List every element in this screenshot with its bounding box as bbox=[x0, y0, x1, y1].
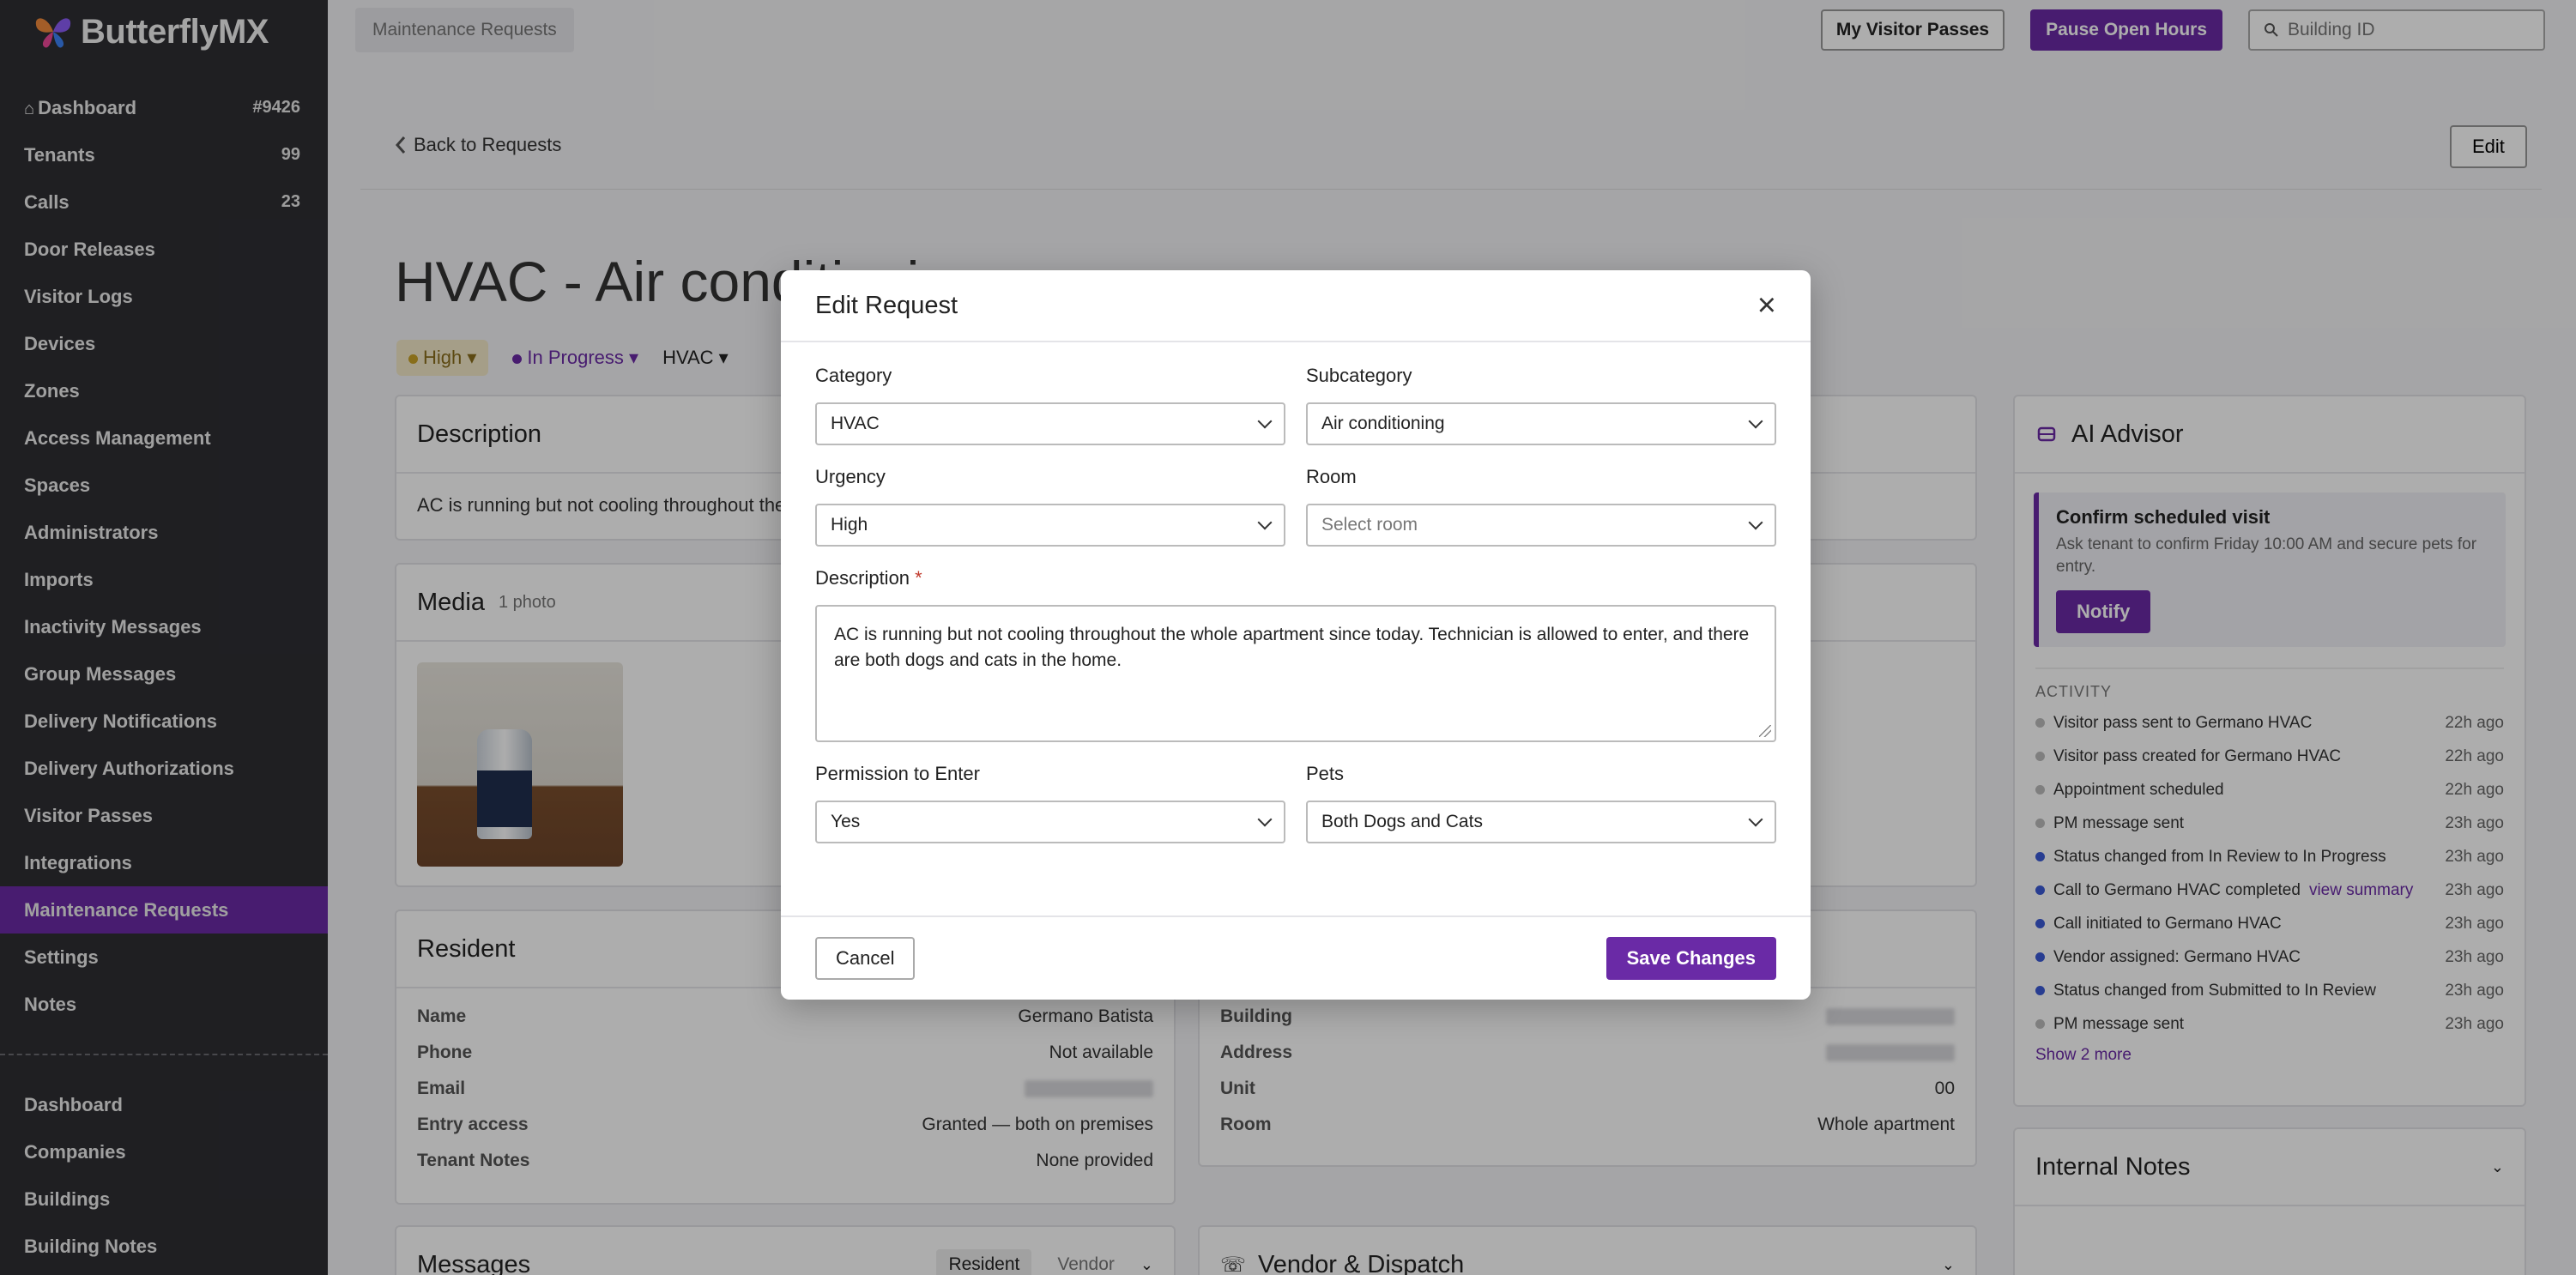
category-value: HVAC bbox=[831, 414, 880, 433]
urgency-value: High bbox=[831, 515, 868, 535]
subcategory-label: Subcategory bbox=[1306, 365, 1412, 386]
category-label: Category bbox=[815, 365, 892, 386]
room-select[interactable]: Select room bbox=[1306, 504, 1776, 547]
description-textarea[interactable]: AC is running but not cooling throughout… bbox=[815, 605, 1776, 742]
pets-label: Pets bbox=[1306, 763, 1345, 784]
chevron-down-icon bbox=[1257, 812, 1273, 827]
pets-value: Both Dogs and Cats bbox=[1321, 812, 1483, 831]
edit-request-modal: Edit Request × Category HVAC Subcategory… bbox=[781, 270, 1811, 1000]
description-label: Description * bbox=[815, 567, 1776, 589]
close-icon[interactable]: × bbox=[1757, 289, 1776, 322]
urgency-select[interactable]: High bbox=[815, 504, 1285, 547]
chevron-down-icon bbox=[1257, 515, 1273, 530]
category-select[interactable]: HVAC bbox=[815, 402, 1285, 445]
chevron-down-icon bbox=[1257, 414, 1273, 429]
description-label-text: Description bbox=[815, 567, 910, 589]
save-changes-button[interactable]: Save Changes bbox=[1605, 937, 1776, 980]
subcategory-value: Air conditioning bbox=[1321, 414, 1445, 433]
permission-label: Permission to Enter bbox=[815, 763, 980, 784]
resize-handle-icon[interactable] bbox=[1759, 725, 1771, 737]
room-placeholder: Select room bbox=[1321, 515, 1418, 535]
permission-value: Yes bbox=[831, 812, 861, 831]
permission-select[interactable]: Yes bbox=[815, 801, 1285, 843]
chevron-down-icon bbox=[1748, 515, 1763, 530]
chevron-down-icon bbox=[1748, 414, 1763, 429]
room-label: Room bbox=[1306, 466, 1357, 487]
subcategory-select[interactable]: Air conditioning bbox=[1306, 402, 1776, 445]
modal-title: Edit Request bbox=[815, 291, 958, 319]
required-marker: * bbox=[915, 567, 922, 589]
description-value: AC is running but not cooling throughout… bbox=[834, 625, 1750, 670]
cancel-button[interactable]: Cancel bbox=[815, 937, 916, 980]
urgency-label: Urgency bbox=[815, 466, 886, 487]
chevron-down-icon bbox=[1748, 812, 1763, 827]
pets-select[interactable]: Both Dogs and Cats bbox=[1306, 801, 1776, 843]
